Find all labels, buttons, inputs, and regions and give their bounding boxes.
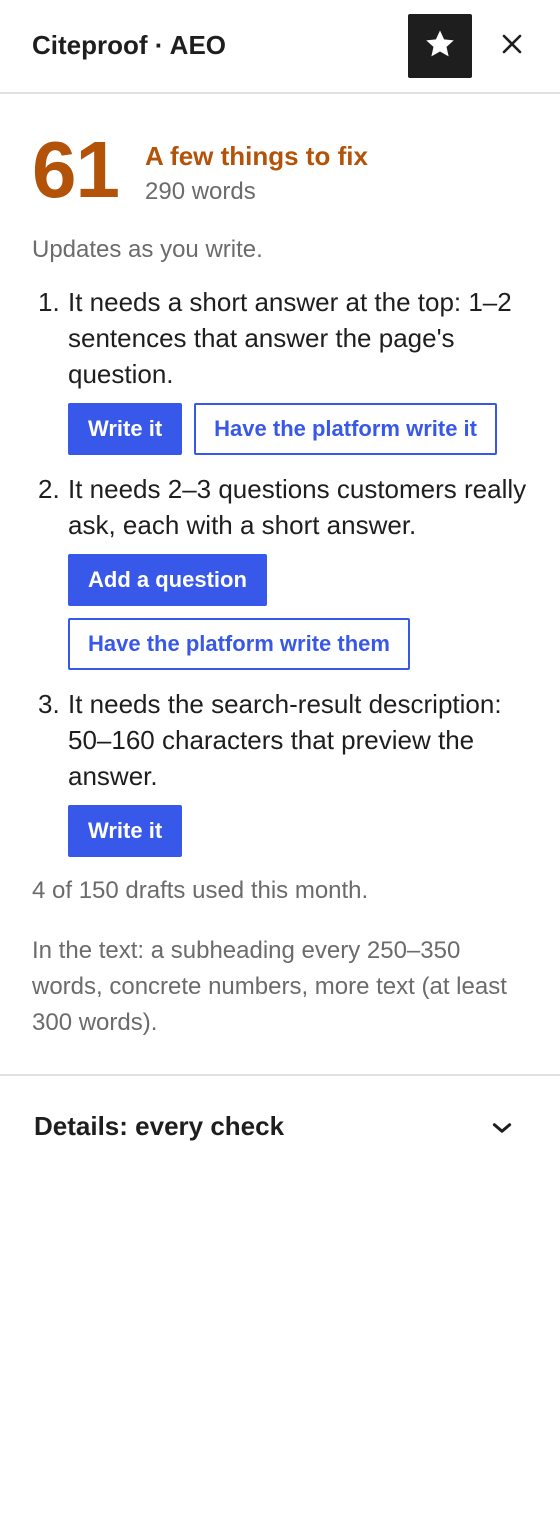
text-hint: In the text: a subheading every 250–350 … bbox=[32, 937, 507, 1036]
panel-header: Citeproof · AEO bbox=[0, 0, 560, 94]
close-icon bbox=[500, 32, 524, 61]
score-summary: 61 A few things to fix 290 words bbox=[32, 94, 528, 234]
fix-actions: Write it bbox=[68, 805, 528, 857]
fix-item: 1. It needs a short answer at the top: 1… bbox=[32, 284, 528, 455]
write-description-button[interactable]: Write it bbox=[68, 805, 183, 857]
details-toggle[interactable]: Details: every check bbox=[0, 1074, 560, 1174]
star-button[interactable] bbox=[408, 14, 472, 78]
fix-number: 2. bbox=[38, 474, 60, 504]
fix-item: 3. It needs the search-result descriptio… bbox=[32, 686, 528, 857]
add-question-button[interactable]: Add a question bbox=[68, 554, 267, 606]
fix-text: It needs the search-result description: … bbox=[68, 689, 502, 791]
updates-note: Updates as you write. bbox=[32, 236, 263, 263]
star-icon bbox=[423, 27, 457, 66]
fix-number: 3. bbox=[38, 689, 60, 719]
fix-item: 2. It needs 2–3 questions customers real… bbox=[32, 471, 528, 670]
fix-number: 1. bbox=[38, 287, 60, 317]
details-label: Details: every check bbox=[34, 1111, 285, 1141]
score-value: 61 bbox=[32, 125, 120, 214]
panel-content: 61 A few things to fix 290 words Updates… bbox=[0, 94, 560, 1041]
fix-actions: Write it Have the platform write it bbox=[68, 403, 528, 455]
panel-title: Citeproof · AEO bbox=[32, 30, 227, 60]
fix-list: 1. It needs a short answer at the top: 1… bbox=[32, 284, 528, 857]
close-button[interactable] bbox=[488, 22, 536, 70]
write-short-answer-button[interactable]: Write it bbox=[68, 403, 183, 455]
platform-write-questions-button[interactable]: Have the platform write them bbox=[68, 618, 410, 670]
score-label: A few things to fix bbox=[145, 141, 368, 171]
fix-text: It needs 2–3 questions customers really … bbox=[68, 474, 527, 540]
fix-actions: Add a question Have the platform write t… bbox=[68, 554, 528, 670]
chevron-down-icon bbox=[486, 1112, 518, 1144]
word-count: 290 words bbox=[145, 178, 256, 205]
drafts-usage: 4 of 150 drafts used this month. bbox=[32, 877, 369, 904]
platform-write-short-answer-button[interactable]: Have the platform write it bbox=[194, 403, 497, 455]
fix-text: It needs a short answer at the top: 1–2 … bbox=[68, 287, 512, 389]
